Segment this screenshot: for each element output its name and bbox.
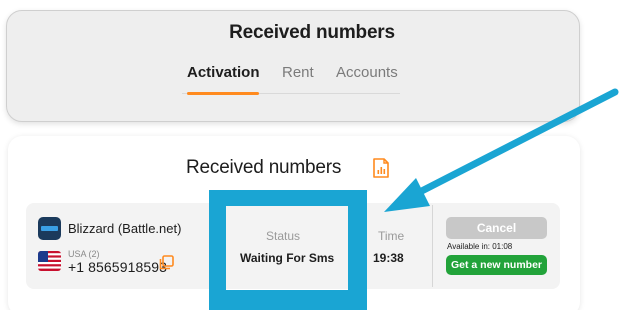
highlight-box-bottom <box>209 290 367 310</box>
cancel-button[interactable]: Cancel <box>446 217 547 239</box>
tab-activation[interactable]: Activation <box>187 64 260 81</box>
copy-icon[interactable] <box>159 255 174 270</box>
tab-rent[interactable]: Rent <box>282 64 314 81</box>
row-divider <box>432 205 433 287</box>
get-new-number-button[interactable]: Get a new number <box>446 255 547 275</box>
service-name: Blizzard (Battle.net) <box>68 221 182 236</box>
report-icon[interactable] <box>372 158 390 178</box>
time-value: 19:38 <box>373 251 404 265</box>
tab-bar: Activation Rent Accounts <box>182 64 400 95</box>
phone-number: +1 8565918593 <box>68 259 168 275</box>
tab-accounts[interactable]: Accounts <box>336 64 398 81</box>
time-label: Time <box>378 229 405 243</box>
active-tab-indicator <box>187 92 259 95</box>
available-timer: Available in: 01:08 <box>447 242 513 251</box>
country-label: USA (2) <box>68 249 100 259</box>
page-title: Received numbers <box>229 22 395 43</box>
blizzard-icon <box>38 217 61 240</box>
section-title: Received numbers <box>186 157 342 178</box>
usa-flag-icon <box>38 251 61 271</box>
